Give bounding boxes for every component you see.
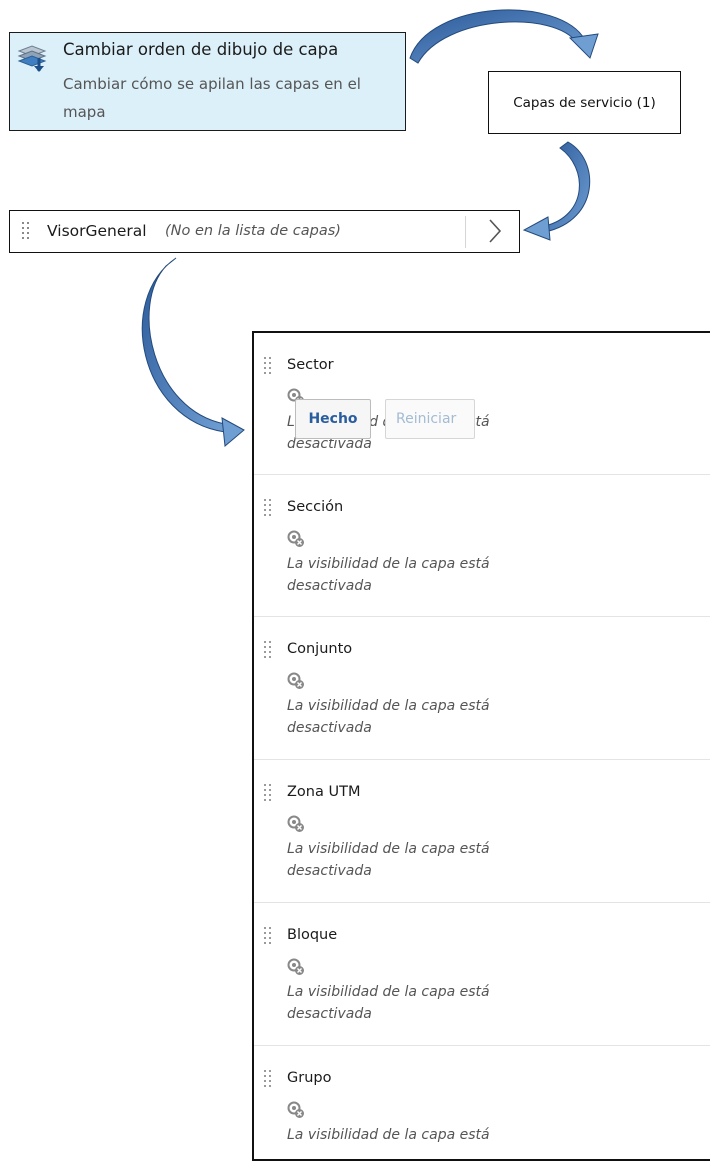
layer-visibility-status: La visibilidad de la capa está desactiva… <box>287 984 490 1022</box>
layer-item-grupo[interactable]: Grupo La visibilidad de la capa está <box>254 1046 710 1159</box>
layer-item-seccion[interactable]: Sección La visibilidad de la capa está d… <box>254 475 710 617</box>
layer-visibility-status: La visibilidad de la capa está desactiva… <box>287 698 490 736</box>
drag-handle-icon[interactable] <box>264 641 274 658</box>
service-layers-label: Capas de servicio (1) <box>513 94 656 111</box>
reset-button[interactable]: Reiniciar <box>385 399 475 439</box>
visibility-off-icon <box>287 530 304 547</box>
menu-item-title: Cambiar orden de dibujo de capa <box>63 40 339 59</box>
layer-title: Sector <box>287 357 334 373</box>
drag-handle-icon[interactable] <box>264 499 274 516</box>
visor-note: (No en la lista de capas) <box>165 223 341 239</box>
service-layers-box[interactable]: Capas de servicio (1) <box>488 71 681 134</box>
change-layer-order-menu-item[interactable]: Cambiar orden de dibujo de capa Cambiar … <box>9 32 406 131</box>
visibility-off-icon <box>287 815 304 832</box>
visibility-off-icon <box>287 672 304 689</box>
chevron-right-icon[interactable] <box>488 218 502 244</box>
layer-item-zona-utm[interactable]: Zona UTM La visibilidad de la capa está … <box>254 760 710 903</box>
layer-title: Bloque <box>287 927 338 943</box>
menu-item-description: Cambiar cómo se apilan las capas en el m… <box>63 75 361 121</box>
drag-handle-icon[interactable] <box>264 927 274 944</box>
drag-handle-icon[interactable] <box>264 357 274 374</box>
layer-title: Grupo <box>287 1070 332 1086</box>
arrow-3-curve <box>141 257 245 447</box>
arrow-2-curve <box>522 141 591 241</box>
drag-handle-icon[interactable] <box>22 222 32 241</box>
visor-general-row[interactable]: VisorGeneral (No en la lista de capas) <box>9 210 520 253</box>
arrow-1-curve <box>409 9 599 64</box>
drag-handle-icon[interactable] <box>264 1070 274 1087</box>
visor-divider <box>465 216 466 248</box>
visibility-off-icon <box>287 1101 304 1118</box>
layer-order-icon <box>17 45 47 72</box>
layer-title: Zona UTM <box>287 784 361 800</box>
visor-name: VisorGeneral <box>47 222 147 240</box>
layer-list-panel: Sector La visibilidad de la capa está de… <box>252 331 710 1161</box>
layer-visibility-status: La visibilidad de la capa está desactiva… <box>287 841 490 879</box>
layer-title: Conjunto <box>287 641 353 657</box>
layer-visibility-status: La visibilidad de la capa está desactiva… <box>287 556 490 594</box>
done-button[interactable]: Hecho <box>295 399 371 439</box>
drag-handle-icon[interactable] <box>264 784 274 801</box>
layer-item-bloque[interactable]: Bloque La visibilidad de la capa está de… <box>254 903 710 1046</box>
visibility-off-icon <box>287 958 304 975</box>
layer-item-conjunto[interactable]: Conjunto La visibilidad de la capa está … <box>254 617 710 760</box>
layer-title: Sección <box>287 499 344 515</box>
